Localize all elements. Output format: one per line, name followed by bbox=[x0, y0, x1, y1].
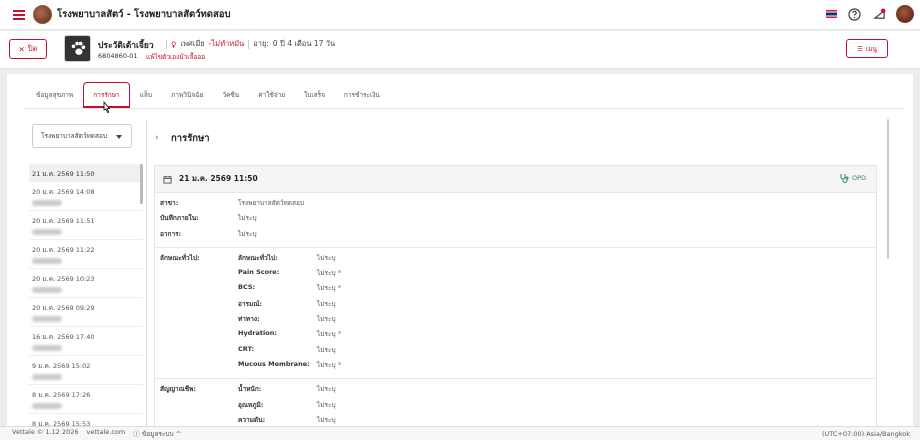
info-dot-icon bbox=[338, 331, 341, 335]
detail-row: อารมณ์: ไม่ระบุ bbox=[238, 299, 336, 308]
visit-card: 21 ม.ค. 2569 11:50 OPD สาขา: โรงพยาบาลสัต… bbox=[154, 165, 877, 435]
gender-icon: ♀ bbox=[171, 39, 177, 49]
pet-info: ♀ เพศเมีย -ไม่ทำหมัน อายุ: 0 ปี 4 เดือน … bbox=[166, 38, 335, 50]
history-item[interactable]: 20 ม.ค. 2569 10:23 bbox=[29, 269, 143, 298]
visit-body: สาขา: โรงพยาบาลสัตว์ทดสอบ บันทึกภายใน: ไม่… bbox=[155, 193, 876, 430]
detail-row: อาการ: ไม่ระบุ bbox=[160, 229, 257, 238]
detail-row: ท่าทาง: ไม่ระบุ bbox=[238, 315, 336, 324]
history-item[interactable]: 16 ม.ค. 2569 17:40 bbox=[29, 327, 143, 356]
visit-type: OPD bbox=[851, 174, 866, 182]
allergy-alert: แพ้ไข่ตัวเองมั่วเลื้อออ bbox=[146, 53, 206, 61]
pet-gender: เพศเมีย bbox=[180, 39, 205, 48]
detail-row: Mucous Membrane: ไม่ระบุ bbox=[155, 360, 876, 375]
info-dot-icon bbox=[338, 361, 341, 365]
user-avatar[interactable] bbox=[896, 5, 914, 23]
visit-date: 21 ม.ค. 2569 11:50 bbox=[179, 174, 258, 183]
tab-payment[interactable]: การชำระเงิน bbox=[335, 82, 389, 108]
detail-row: Hydration: ไม่ระบุ bbox=[155, 329, 876, 344]
thai-flag-icon[interactable] bbox=[826, 10, 837, 18]
detail-scrollbar[interactable] bbox=[887, 119, 889, 259]
hamburger-menu-icon[interactable] bbox=[9, 5, 29, 25]
stethoscope-icon bbox=[840, 174, 849, 183]
close-button-label: ปิด bbox=[27, 44, 38, 53]
info-dot-icon bbox=[338, 285, 341, 289]
history-item[interactable]: 20 ม.ค. 2569 11:22 bbox=[29, 240, 143, 269]
info-dot-icon bbox=[338, 270, 341, 274]
visit-history-list: 21 ม.ค. 2569 11:50 20 ม.ค. 2569 14:08 20… bbox=[29, 164, 143, 434]
pet-neutered: -ไม่ทำหมัน bbox=[208, 39, 245, 48]
detail-row: สาขา: โรงพยาบาลสัตว์ทดสอบ bbox=[160, 199, 304, 207]
version-text: Vettale © 1.12 2026 bbox=[12, 428, 79, 436]
menu-button-label: เมนู bbox=[865, 45, 877, 53]
section-title: การรักษา bbox=[171, 133, 210, 144]
history-item[interactable]: 20 ม.ค. 2569 09:29 bbox=[29, 298, 143, 327]
detail-row: ลักษณะทั่วไป: ลักษณะทั่วไป: ไม่ระบุ bbox=[160, 253, 336, 262]
patient-header: ✕ ปิด ประวัติเต้าเจี้ยว ♀ เพศเมีย -ไม่ทำ… bbox=[0, 31, 920, 69]
pet-id: 6804860-01 bbox=[98, 52, 138, 60]
list-icon: ☰ bbox=[857, 45, 863, 53]
pet-paw-icon bbox=[64, 35, 91, 62]
history-scrollbar[interactable] bbox=[140, 164, 143, 204]
menu-button[interactable]: ☰ เมนู bbox=[846, 39, 888, 58]
system-info-link[interactable]: ⓘ ข้อมูลระบบ ^ bbox=[133, 428, 181, 439]
calendar-icon bbox=[163, 175, 172, 184]
detail-row: Pain Score: ไม่ระบุ bbox=[155, 268, 876, 283]
site-link[interactable]: vettale.com bbox=[87, 428, 126, 439]
tab-bar: ข้อมูลสุขภาพ การรักษา แล็บ ภาพวินิจฉัย ว… bbox=[27, 82, 390, 108]
history-item[interactable]: 9 ม.ค. 2569 15:02 bbox=[29, 356, 143, 385]
column-divider bbox=[146, 119, 147, 434]
app-title: โรงพยาบาลสัตว์ - โรงพยาบาลสัตว์ทดสอบ bbox=[57, 9, 231, 20]
detail-row: บันทึกภายใน: ไม่ระบุ bbox=[160, 214, 257, 223]
chevron-right-icon[interactable]: › bbox=[155, 133, 159, 143]
age-label: อายุ: bbox=[253, 39, 269, 48]
visit-header: 21 ม.ค. 2569 11:50 OPD bbox=[155, 166, 876, 193]
tab-receipt[interactable]: ใบเสร็จ bbox=[295, 82, 334, 108]
pet-name: ประวัติเต้าเจี้ยว bbox=[98, 41, 154, 51]
caret-down-icon bbox=[116, 135, 122, 139]
pet-age: 0 ปี 4 เดือน 17 วัน bbox=[272, 39, 336, 48]
detail-row: อุณหภูมิ: ไม่ระบุ bbox=[238, 400, 336, 409]
branch-select[interactable]: โรงพยาบาลสัตว์ทดสอบ bbox=[32, 124, 132, 148]
mouse-cursor-icon bbox=[103, 101, 111, 114]
history-item[interactable]: 21 ม.ค. 2569 11:50 bbox=[29, 164, 143, 182]
help-icon[interactable] bbox=[846, 6, 862, 22]
history-item[interactable]: 20 ม.ค. 2569 14:08 bbox=[29, 182, 143, 211]
clinic-logo bbox=[33, 5, 52, 24]
footer: Vettale © 1.12 2026 vettale.com ⓘ ข้อมูล… bbox=[0, 426, 920, 440]
detail-row: สัญญาณชีพ: น้ำหนัก: ไม่ระบุ bbox=[160, 385, 336, 394]
close-button[interactable]: ✕ ปิด bbox=[9, 39, 47, 59]
tab-expenses[interactable]: ค่าใช้จ่าย bbox=[249, 82, 294, 108]
tab-lab[interactable]: แล็บ bbox=[131, 82, 161, 108]
main-panel: ข้อมูลสุขภาพ การรักษา แล็บ ภาพวินิจฉัย ว… bbox=[7, 74, 913, 435]
history-item[interactable]: 8 ม.ค. 2569 17:26 bbox=[29, 385, 143, 414]
history-item[interactable]: 20 ม.ค. 2569 11:51 bbox=[29, 211, 143, 240]
close-icon: ✕ bbox=[18, 44, 25, 54]
tab-divider bbox=[23, 108, 905, 109]
timezone-text: (UTC+07:00) Asia/Bangkok bbox=[822, 429, 910, 438]
top-bar: โรงพยาบาลสัตว์ - โรงพยาบาลสัตว์ทดสอบ bbox=[0, 0, 920, 30]
tab-vaccine[interactable]: วัคซีน bbox=[213, 82, 248, 108]
detail-row: CRT: ไม่ระบุ bbox=[238, 344, 336, 354]
detail-row: BCS: ไม่ระบุ bbox=[155, 283, 876, 298]
branch-select-value: โรงพยาบาลสัตว์ทดสอบ bbox=[41, 132, 107, 140]
tab-imaging[interactable]: ภาพวินิจฉัย bbox=[162, 82, 212, 108]
tab-health[interactable]: ข้อมูลสุขภาพ bbox=[27, 82, 82, 108]
notification-icon[interactable] bbox=[871, 6, 887, 22]
